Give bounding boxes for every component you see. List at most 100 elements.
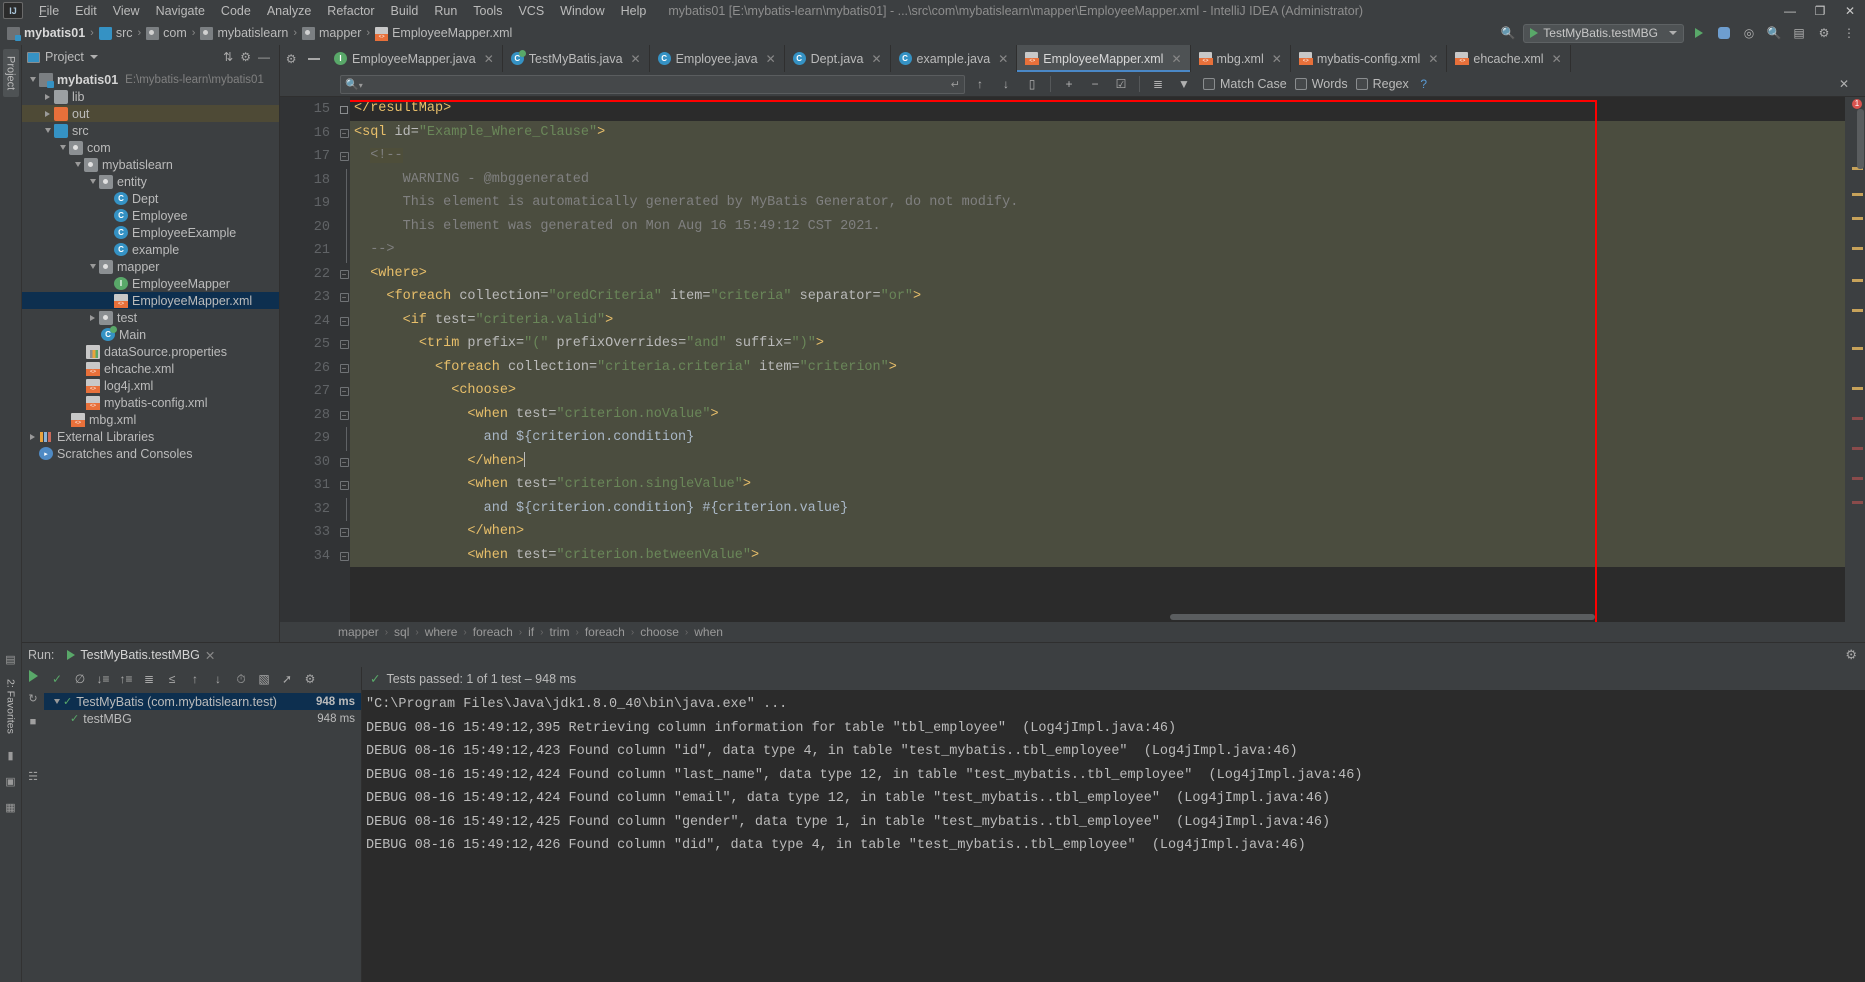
editor-crumb-trim[interactable]: trim (547, 625, 571, 639)
tree-row-mybatis-config-xml[interactable]: mybatis-config.xml (22, 394, 279, 411)
minimize-button[interactable]: — (1775, 0, 1805, 21)
code-line[interactable]: --> (350, 238, 1845, 262)
tree-row-example[interactable]: C example (22, 241, 279, 258)
sort-alphabetically-icon[interactable]: ↓≡ (93, 669, 113, 689)
menu-edit[interactable]: Edit (67, 2, 105, 20)
tree-row-lib[interactable]: lib (22, 88, 279, 105)
tab-dept-java[interactable]: C Dept.java ✕ (785, 45, 891, 72)
settings-button[interactable]: ⚙ (1814, 23, 1834, 43)
expand-arrow-icon[interactable] (26, 77, 39, 82)
fold-icon[interactable]: − (339, 551, 349, 561)
tab-example-java[interactable]: C example.java ✕ (891, 45, 1018, 72)
menu-build[interactable]: Build (383, 2, 427, 20)
horizontal-scrollbar[interactable] (1170, 614, 1595, 620)
code-text-area[interactable]: </resultMap> <sql id="Example_Where_Clau… (350, 97, 1845, 622)
code-line[interactable]: <when test="criterion.singleValue"> (350, 473, 1845, 497)
tree-row-employeemapper-xml[interactable]: EmployeeMapper.xml (22, 292, 279, 309)
prev-test-icon[interactable]: ↑ (185, 669, 205, 689)
tab-mbg-xml[interactable]: mbg.xml ✕ (1191, 45, 1291, 72)
search-everywhere-icon[interactable]: 🔍 (1498, 23, 1518, 43)
close-icon[interactable]: ✕ (205, 648, 215, 663)
test-settings-icon[interactable]: ⚙ (300, 669, 320, 689)
menu-run[interactable]: Run (426, 2, 465, 20)
select-occurrence-icon[interactable]: ☑ (1110, 74, 1132, 94)
trace-icon[interactable]: ☵ (25, 768, 41, 784)
close-icon[interactable]: ✕ (631, 52, 641, 66)
menu-vcs[interactable]: VCS (510, 2, 552, 20)
history-icon[interactable]: ↵ (951, 78, 960, 91)
fold-icon[interactable]: − (339, 410, 349, 420)
expand-arrow-icon[interactable] (86, 264, 99, 269)
close-icon[interactable]: ✕ (1171, 52, 1181, 66)
close-button[interactable]: ✕ (1835, 0, 1865, 21)
hide-icon[interactable] (308, 57, 321, 60)
match-case-checkbox[interactable] (1203, 78, 1215, 90)
words-checkbox[interactable] (1294, 78, 1307, 90)
code-line[interactable]: <choose> (350, 379, 1845, 403)
code-line[interactable]: WARNING - @mbggenerated (350, 167, 1845, 191)
tree-row-dept[interactable]: C Dept (22, 190, 279, 207)
expand-arrow-icon[interactable] (50, 699, 63, 704)
code-line[interactable]: <if test="criteria.valid"> (350, 308, 1845, 332)
menu-refactor[interactable]: Refactor (319, 2, 382, 20)
editor-crumb-sql[interactable]: sql (392, 625, 411, 639)
sort-by-duration-icon[interactable]: ↑≡ (116, 669, 136, 689)
project-tree[interactable]: mybatis01 E:\mybatis-learn\mybatis01 lib… (22, 69, 279, 642)
remove-occurrence-icon[interactable]: − (1084, 74, 1106, 94)
code-editor[interactable]: 15 16 17 18 19 20 21 22 23 24 25 26 27 2… (280, 97, 1865, 622)
expand-arrow-icon[interactable] (41, 110, 54, 117)
fold-icon[interactable]: − (339, 340, 349, 350)
close-icon[interactable]: ✕ (1428, 52, 1438, 66)
history-icon[interactable]: ⏱ (231, 669, 251, 689)
expand-all-icon[interactable]: ≣ (139, 669, 159, 689)
fold-icon[interactable]: − (339, 481, 349, 491)
close-icon[interactable]: ✕ (1552, 52, 1562, 66)
tree-row-log4j-xml[interactable]: log4j.xml (22, 377, 279, 394)
tree-row-test[interactable]: test (22, 309, 279, 326)
breadcrumb-item-com[interactable]: com (143, 25, 190, 41)
breadcrumb-item-project[interactable]: mybatis01 (4, 25, 88, 41)
code-line[interactable]: and ${criterion.condition} (350, 426, 1845, 450)
editor-crumb-when[interactable]: when (692, 625, 725, 639)
tree-row-external-libraries[interactable]: External Libraries (22, 428, 279, 445)
fold-icon[interactable]: − (339, 387, 349, 397)
inspect-button[interactable]: 🔍 (1764, 23, 1784, 43)
add-occurrence-icon[interactable]: + (1058, 74, 1080, 94)
structure-icon[interactable]: ▤ (2, 650, 20, 668)
hide-ignored-icon[interactable]: ∅ (70, 669, 90, 689)
tab-mybatis-config-xml[interactable]: mybatis-config.xml ✕ (1291, 45, 1448, 72)
tab-employee-java[interactable]: C Employee.java ✕ (650, 45, 785, 72)
regex-help-link[interactable]: ? (1413, 74, 1435, 94)
menu-code[interactable]: Code (213, 2, 259, 20)
tree-row-out[interactable]: out (22, 105, 279, 122)
code-line[interactable]: and ${criterion.condition} #{criterion.v… (350, 496, 1845, 520)
select-all-occurrences-icon[interactable]: ▯ (1021, 74, 1043, 94)
menu-navigate[interactable]: Navigate (148, 2, 213, 20)
code-line[interactable]: <foreach collection="oredCriteria" item=… (350, 285, 1845, 309)
expand-arrow-icon[interactable] (86, 179, 99, 184)
terminal-icon[interactable]: ▮ (2, 747, 20, 765)
menu-view[interactable]: View (105, 2, 148, 20)
fold-icon[interactable] (340, 105, 348, 114)
breadcrumb-item-file[interactable]: EmployeeMapper.xml (372, 25, 515, 41)
find-close-button[interactable]: ✕ (1833, 74, 1855, 94)
funnel-icon[interactable]: ▼ (1173, 74, 1195, 94)
stop-icon[interactable]: ■ (25, 714, 41, 730)
expand-arrow-icon[interactable] (86, 314, 99, 321)
tree-row-mybatislearn[interactable]: mybatislearn (22, 156, 279, 173)
expand-arrow-icon[interactable] (56, 145, 69, 150)
tool-window-project-tab[interactable]: Project (2, 49, 19, 98)
tab-testmybatis-java[interactable]: C TestMyBatis.java ✕ (503, 45, 650, 72)
breadcrumb-item-src[interactable]: src (96, 25, 136, 41)
code-line[interactable]: </when> (350, 520, 1845, 544)
layout-button[interactable]: ▤ (1789, 23, 1809, 43)
tree-row-employeemapper[interactable]: I EmployeeMapper (22, 275, 279, 292)
test-tree[interactable]: ✓ TestMyBatis (com.mybatislearn.test) 94… (44, 691, 361, 982)
find-input[interactable]: 🔍▾ ↵ (340, 74, 965, 94)
close-icon[interactable]: ✕ (484, 52, 494, 66)
expand-arrow-icon[interactable] (41, 93, 54, 100)
tree-row-employee[interactable]: C Employee (22, 207, 279, 224)
filter-icon[interactable]: ≣ (1147, 74, 1169, 94)
code-line[interactable]: <trim prefix="(" prefixOverrides="and" s… (350, 332, 1845, 356)
code-line[interactable]: This element is automatically generated … (350, 191, 1845, 215)
